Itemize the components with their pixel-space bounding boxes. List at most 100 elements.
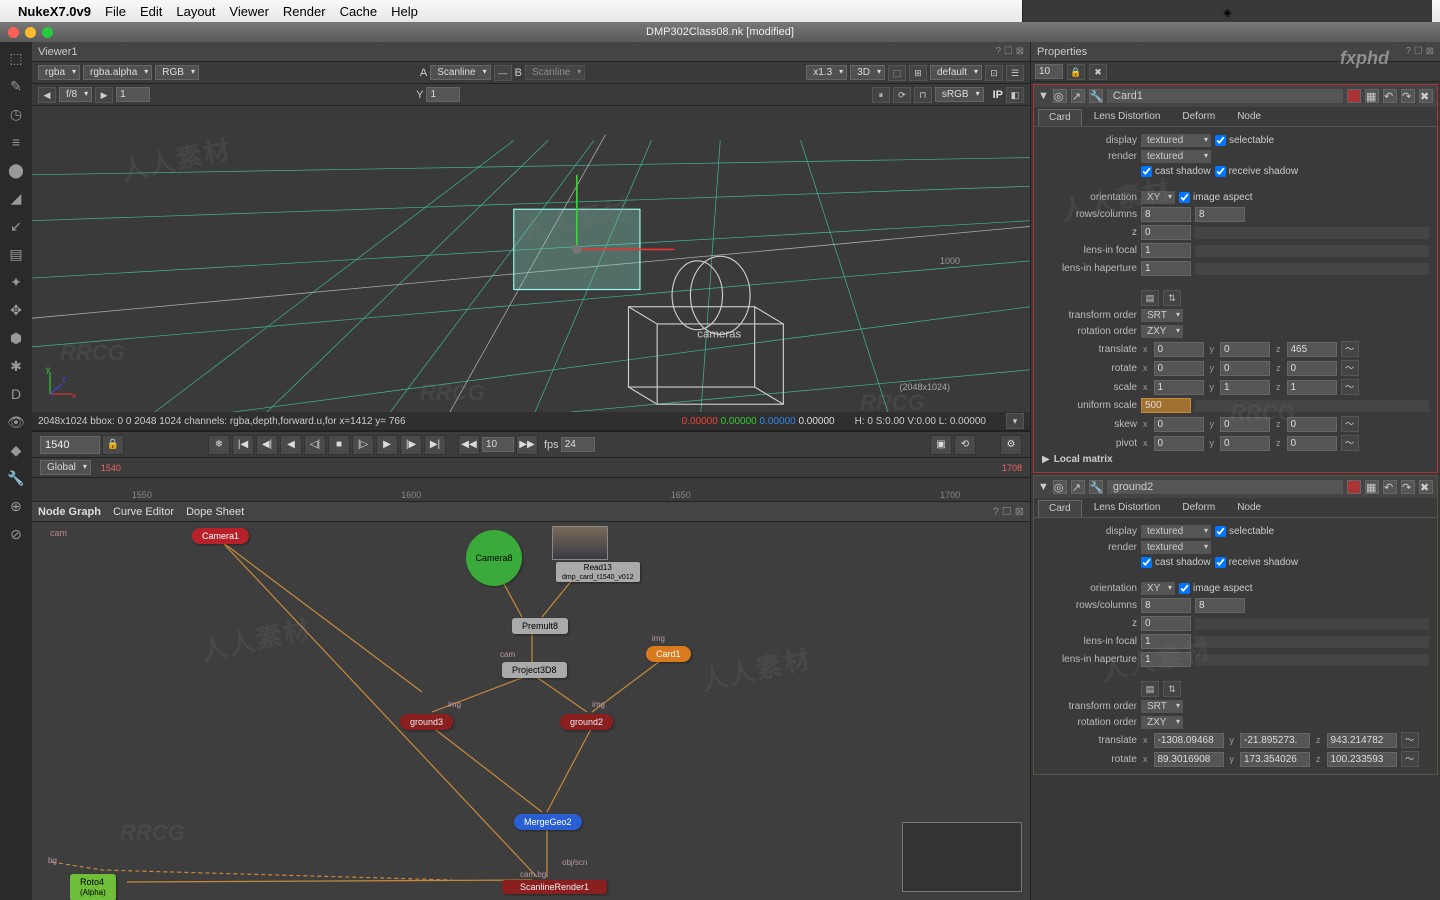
lenshap-field[interactable] <box>1141 261 1191 276</box>
lensfocal-slider[interactable] <box>1195 245 1429 257</box>
wipe-button[interactable]: — <box>494 65 512 81</box>
transform-order-dropdown[interactable]: SRT <box>1141 700 1183 713</box>
skip-back-button[interactable]: ◀◀ <box>458 435 480 455</box>
a-mode-dropdown[interactable]: Scanline <box>430 65 490 80</box>
render-dropdown[interactable]: textured <box>1141 150 1211 163</box>
3d-dropdown[interactable]: 3D <box>850 65 885 80</box>
menu-cache[interactable]: Cache <box>340 4 378 19</box>
z-slider[interactable] <box>1195 618 1429 630</box>
rotation-order-dropdown[interactable]: ZXY <box>1141 716 1183 729</box>
tool-channel-icon[interactable]: ≡ <box>6 132 26 152</box>
timeline[interactable]: 1550 1600 1650 1700 <box>32 478 1030 502</box>
snap-icon[interactable]: ❄ <box>208 435 230 455</box>
menu-render[interactable]: Render <box>283 4 326 19</box>
node-name-field[interactable]: Card1 <box>1107 89 1343 103</box>
menu-viewer[interactable]: Viewer <box>229 4 269 19</box>
rz-field[interactable] <box>1287 361 1337 376</box>
sz-field[interactable] <box>1287 380 1337 395</box>
center-icon[interactable]: ◎ <box>1053 480 1067 494</box>
gain-slider-button[interactable]: ◀ <box>38 87 56 103</box>
fps-field[interactable] <box>561 437 595 452</box>
node-name-field[interactable]: ground2 <box>1107 480 1343 494</box>
navigator[interactable] <box>902 822 1022 892</box>
color-swatch[interactable] <box>1347 480 1361 494</box>
expand-icon[interactable]: ▶ <box>1042 454 1050 465</box>
btn-a[interactable]: ▦ <box>1365 480 1379 494</box>
anim-icon[interactable]: 〜 <box>1401 732 1419 748</box>
cols-field[interactable] <box>1195 207 1245 222</box>
node-ground2[interactable]: ground2 <box>560 714 613 730</box>
node-camera8[interactable]: Camera8 <box>466 530 522 586</box>
proxy-button[interactable]: ⬚ <box>888 65 906 81</box>
tool-view-icon[interactable]: 👁 <box>6 412 26 432</box>
frame-field[interactable] <box>40 436 100 454</box>
tool-particle-icon[interactable]: ✱ <box>6 356 26 376</box>
lock-button[interactable]: ⊡ <box>985 65 1003 81</box>
py-field[interactable] <box>1220 436 1270 451</box>
opts-button[interactable]: ☰ <box>1006 65 1024 81</box>
sx-field[interactable] <box>1154 380 1204 395</box>
center-icon[interactable]: ◎ <box>1053 89 1067 103</box>
btn-c[interactable]: ↷ <box>1401 89 1415 103</box>
btn-b[interactable]: ↶ <box>1383 480 1397 494</box>
lenshap-slider[interactable] <box>1195 263 1429 275</box>
menu-layout[interactable]: Layout <box>176 4 215 19</box>
step-back-button[interactable]: ◁| <box>304 435 326 455</box>
step-fwd-button[interactable]: |▷ <box>352 435 374 455</box>
tool-meta-icon[interactable]: ◆ <box>6 440 26 460</box>
tool-time-icon[interactable]: ◷ <box>6 104 26 124</box>
cast-shadow-checkbox[interactable]: cast shadow <box>1141 557 1211 568</box>
tz-field[interactable] <box>1287 342 1337 357</box>
stereo-dropdown[interactable]: default <box>930 65 982 80</box>
viewer-canvas[interactable]: cameras x y z 1000 (2048x1024) <box>32 106 1030 412</box>
next-key-button[interactable]: |▶ <box>400 435 422 455</box>
uniform-slider[interactable] <box>1195 400 1429 412</box>
z-field[interactable] <box>1141 225 1191 240</box>
tab-dope-sheet[interactable]: Dope Sheet <box>186 506 244 518</box>
max-panels-field[interactable] <box>1035 64 1063 79</box>
traffic-lights[interactable] <box>8 27 53 38</box>
b-mode-dropdown[interactable]: Scanline <box>525 65 585 80</box>
gamma-field[interactable] <box>426 87 460 102</box>
image-aspect-checkbox[interactable]: image aspect <box>1179 583 1252 594</box>
snap-icon[interactable]: ⇅ <box>1163 290 1181 306</box>
stop-button[interactable]: ■ <box>328 435 350 455</box>
colorspace-dropdown[interactable]: sRGB <box>935 87 984 102</box>
ty-field[interactable] <box>1240 733 1310 748</box>
snap-icon[interactable]: ⇅ <box>1163 681 1181 697</box>
uniform-scale-field[interactable] <box>1141 398 1191 413</box>
menu-file[interactable]: File <box>105 4 126 19</box>
btn-b[interactable]: ↶ <box>1383 89 1397 103</box>
zoom-dropdown[interactable]: x1.3 <box>806 65 847 80</box>
file-icon[interactable]: ▤ <box>1141 681 1159 697</box>
last-frame-button[interactable]: ▶| <box>424 435 446 455</box>
skip-fwd-button[interactable]: ▶▶ <box>516 435 538 455</box>
rows-field[interactable] <box>1141 598 1191 613</box>
tool-merge-icon[interactable]: ▤ <box>6 244 26 264</box>
lensfocal-field[interactable] <box>1141 634 1191 649</box>
tool-transform-icon[interactable]: ✦ <box>6 272 26 292</box>
anim-icon[interactable]: 〜 <box>1341 360 1359 376</box>
node-mergegeo[interactable]: MergeGeo2 <box>514 814 582 830</box>
px-field[interactable] <box>1154 436 1204 451</box>
clip-button[interactable]: ◧ <box>1006 87 1024 103</box>
channel-type-dropdown[interactable]: RGB <box>155 65 199 80</box>
tx-field[interactable] <box>1154 733 1224 748</box>
rotation-order-dropdown[interactable]: ZXY <box>1141 325 1183 338</box>
tab-deform[interactable]: Deform <box>1172 500 1225 517</box>
close-icon[interactable]: ✖ <box>1419 480 1433 494</box>
arrow-icon[interactable]: ↗ <box>1071 480 1085 494</box>
node-premult[interactable]: Premult8 <box>512 618 568 634</box>
node-graph-canvas[interactable]: cam Camera1 Camera8 Read13dmp_card_t1540… <box>32 522 1030 900</box>
node-scanline[interactable]: ScanlineRender1 <box>502 880 607 894</box>
collapse-icon[interactable]: ▼ <box>1038 90 1049 102</box>
tx-field[interactable] <box>1154 342 1204 357</box>
tab-deform[interactable]: Deform <box>1172 109 1225 126</box>
selectable-checkbox[interactable]: selectable <box>1215 526 1274 537</box>
anim-icon[interactable]: 〜 <box>1341 341 1359 357</box>
node-camera1[interactable]: Camera1 <box>192 528 249 544</box>
arrow-icon[interactable]: ↗ <box>1071 89 1085 103</box>
lock-panels-icon[interactable]: 🔒 <box>1067 64 1085 80</box>
display-dropdown[interactable]: textured <box>1141 525 1211 538</box>
panel-close-icon[interactable]: ? ☐ ⊠ <box>1406 46 1434 57</box>
